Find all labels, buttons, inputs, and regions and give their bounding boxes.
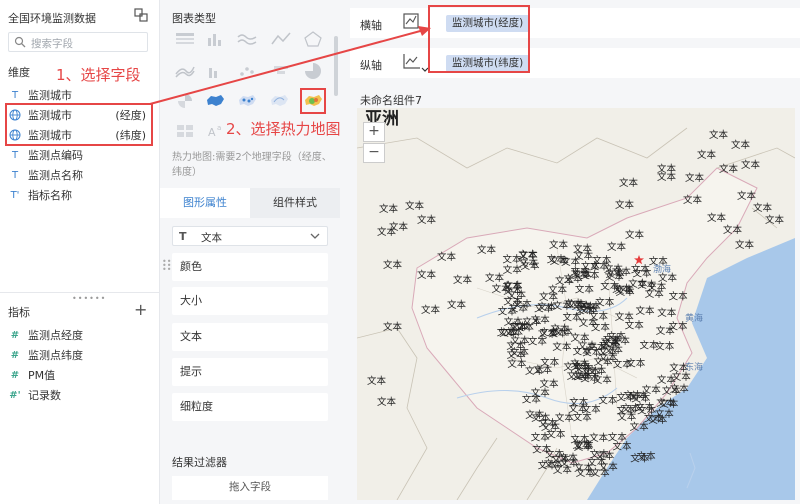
annotation-step2: 2、选择热力地图	[226, 120, 341, 138]
annotation-arrow-1	[149, 29, 425, 105]
annotation-step1: 1、选择字段	[56, 66, 141, 84]
